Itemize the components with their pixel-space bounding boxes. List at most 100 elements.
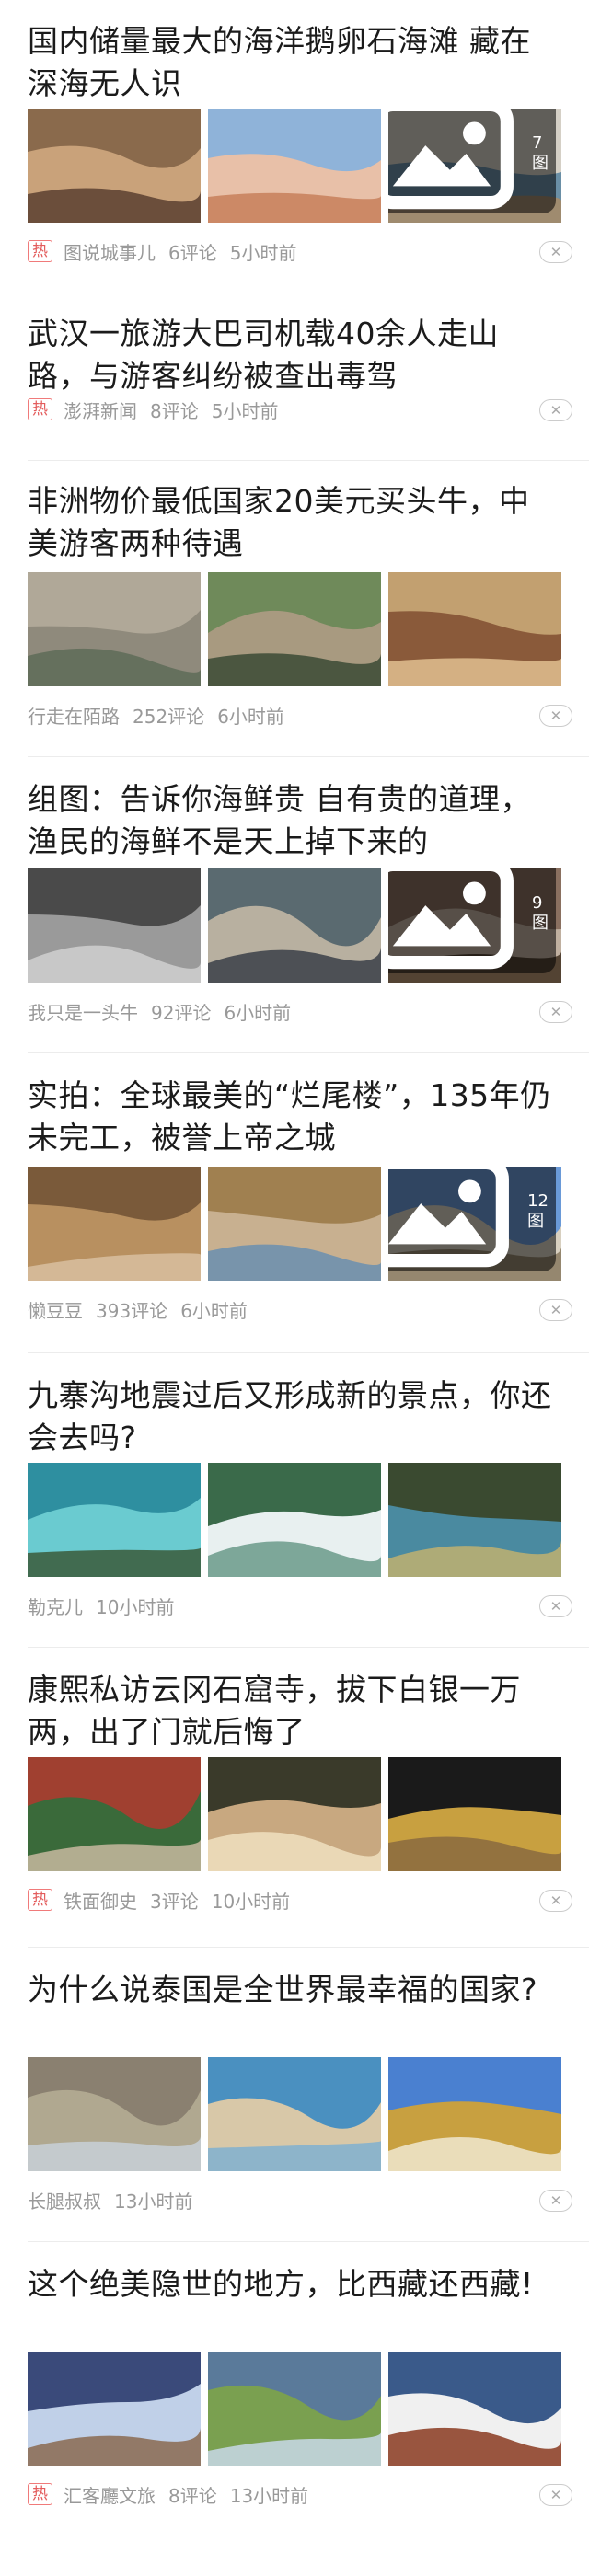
divider — [28, 1647, 589, 1648]
dismiss-button[interactable]: ✕ — [539, 1890, 572, 1912]
image-count-badge: 9图 — [388, 868, 556, 973]
news-source[interactable]: 长腿叔叔 — [28, 2187, 101, 2214]
dismiss-button[interactable]: ✕ — [539, 2190, 572, 2212]
news-thumbnail[interactable] — [208, 1463, 381, 1577]
publish-time: 10小时前 — [96, 1595, 175, 1618]
news-title[interactable]: 非洲物价最低国家20美元买头牛，中美游客两种待遇 — [28, 480, 557, 565]
comment-count: 8评论 — [150, 399, 199, 422]
news-thumbnails[interactable]: 12图 — [28, 1167, 561, 1281]
news-thumbnail[interactable] — [208, 1167, 381, 1281]
dismiss-button[interactable]: ✕ — [539, 399, 572, 421]
hot-badge: 热 — [28, 240, 52, 262]
close-icon: ✕ — [549, 707, 562, 724]
close-icon: ✕ — [549, 1302, 562, 1318]
news-source[interactable]: 勒克儿 — [28, 1593, 83, 1619]
publish-time: 10小时前 — [211, 1890, 291, 1913]
news-thumbnail[interactable]: 9图 — [388, 868, 561, 983]
news-thumbnail[interactable] — [208, 2057, 381, 2171]
divider — [28, 1052, 589, 1053]
publish-time: 6小时前 — [224, 1001, 292, 1024]
comment-count: 252评论 — [133, 705, 205, 728]
news-thumbnail[interactable] — [388, 2057, 561, 2171]
close-icon: ✕ — [549, 244, 562, 260]
news-thumbnail[interactable] — [28, 868, 201, 983]
news-thumbnail[interactable] — [28, 1757, 201, 1871]
news-source[interactable]: 懒豆豆 — [28, 1296, 83, 1323]
news-thumbnails[interactable] — [28, 2352, 561, 2466]
image-icon — [388, 109, 528, 211]
news-source[interactable]: 澎湃新闻 — [64, 397, 137, 423]
news-source[interactable]: 汇客廳文旅 — [64, 2481, 156, 2508]
news-thumbnails[interactable] — [28, 1463, 561, 1577]
news-source[interactable]: 铁面御史 — [64, 1887, 137, 1914]
image-count-badge: 7图 — [388, 109, 556, 213]
close-icon: ✕ — [549, 1598, 562, 1615]
news-thumbnail[interactable] — [28, 2352, 201, 2466]
news-thumbnail[interactable] — [28, 1167, 201, 1281]
image-icon — [388, 1167, 524, 1269]
news-thumbnail[interactable] — [388, 1757, 561, 1871]
close-icon: ✕ — [549, 2192, 562, 2209]
news-thumbnail[interactable] — [28, 1463, 201, 1577]
dismiss-button[interactable]: ✕ — [539, 1001, 572, 1023]
news-thumbnail[interactable] — [28, 572, 201, 686]
news-title[interactable]: 实拍：全球最美的“烂尾楼”，135年仍未完工，被誉上帝之城 — [28, 1075, 557, 1159]
news-thumbnail[interactable] — [208, 868, 381, 983]
news-title[interactable]: 国内储量最大的海洋鹅卵石海滩 藏在深海无人识 — [28, 20, 557, 105]
news-thumbnail[interactable] — [208, 109, 381, 223]
news-thumbnail[interactable] — [28, 109, 201, 223]
image-icon — [388, 868, 528, 971]
news-meta: 长腿叔叔 13小时前 — [28, 2186, 192, 2214]
comment-count: 8评论 — [168, 2484, 217, 2507]
news-thumbnails[interactable]: 9图 — [28, 868, 561, 983]
news-meta: 懒豆豆 393评论 6小时前 — [28, 1295, 248, 1323]
news-meta: 我只是一头牛 92评论 6小时前 — [28, 997, 291, 1025]
comment-count: 6评论 — [168, 241, 217, 264]
news-title[interactable]: 这个绝美隐世的地方，比西藏还西藏! — [28, 2263, 557, 2306]
news-thumbnail[interactable]: 7图 — [388, 109, 561, 223]
news-thumbnail[interactable] — [388, 2352, 561, 2466]
dismiss-button[interactable]: ✕ — [539, 705, 572, 727]
news-title[interactable]: 九寨沟地震过后又形成新的景点，你还会去吗? — [28, 1374, 557, 1459]
publish-time: 13小时前 — [229, 2484, 309, 2507]
news-title[interactable]: 组图：告诉你海鲜贵 自有贵的道理，渔民的海鲜不是天上掉下来的 — [28, 778, 557, 863]
comment-count: 393评论 — [96, 1299, 168, 1322]
comment-count: 92评论 — [151, 1001, 212, 1024]
news-meta: 热铁面御史 3评论 10小时前 — [28, 1886, 290, 1914]
news-source[interactable]: 行走在陌路 — [28, 702, 120, 729]
dismiss-button[interactable]: ✕ — [539, 1299, 572, 1321]
publish-time: 5小时前 — [211, 399, 279, 422]
news-thumbnail[interactable] — [208, 572, 381, 686]
news-meta: 热汇客廳文旅 8评论 13小时前 — [28, 2480, 308, 2508]
news-thumbnails[interactable]: 7图 — [28, 109, 561, 223]
news-thumbnail[interactable] — [28, 2057, 201, 2171]
publish-time: 5小时前 — [229, 241, 297, 264]
news-thumbnail[interactable]: 12图 — [388, 1167, 561, 1281]
close-icon: ✕ — [549, 2487, 562, 2503]
news-meta: 行走在陌路 252评论 6小时前 — [28, 701, 284, 729]
divider — [28, 1947, 589, 1948]
close-icon: ✕ — [549, 402, 562, 419]
divider — [28, 2241, 589, 2242]
news-thumbnails[interactable] — [28, 572, 561, 686]
news-title[interactable]: 康熙私访云冈石窟寺，拔下白银一万两，出了门就后悔了 — [28, 1669, 557, 1754]
close-icon: ✕ — [549, 1004, 562, 1020]
news-source[interactable]: 图说城事儿 — [64, 238, 156, 265]
news-thumbnail[interactable] — [388, 572, 561, 686]
image-count-text: 7图 — [532, 133, 549, 173]
dismiss-button[interactable]: ✕ — [539, 241, 572, 263]
news-thumbnails[interactable] — [28, 1757, 561, 1871]
news-thumbnails[interactable] — [28, 2057, 561, 2171]
publish-time: 13小时前 — [114, 2190, 193, 2213]
dismiss-button[interactable]: ✕ — [539, 1595, 572, 1617]
news-title[interactable]: 武汉一旅游大巴司机载40余人走山路，与游客纠纷被查出毒驾 — [28, 313, 557, 397]
news-thumbnail[interactable] — [208, 2352, 381, 2466]
dismiss-button[interactable]: ✕ — [539, 2484, 572, 2506]
news-thumbnail[interactable] — [208, 1757, 381, 1871]
news-meta: 热澎湃新闻 8评论 5小时前 — [28, 396, 278, 423]
news-meta: 勒克儿 10小时前 — [28, 1592, 174, 1619]
news-source[interactable]: 我只是一头牛 — [28, 998, 138, 1025]
news-title[interactable]: 为什么说泰国是全世界最幸福的国家? — [28, 1969, 557, 2011]
news-thumbnail[interactable] — [388, 1463, 561, 1577]
hot-badge: 热 — [28, 398, 52, 420]
